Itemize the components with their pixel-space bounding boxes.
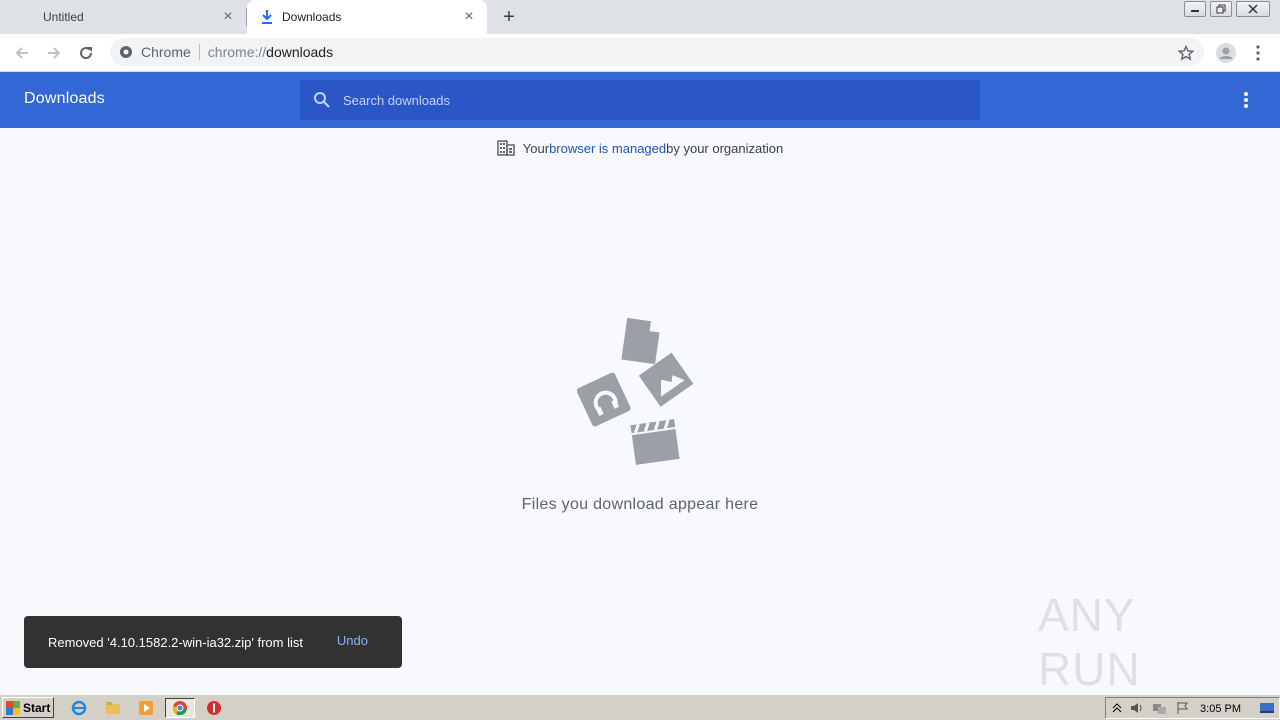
- stop-icon[interactable]: [204, 698, 224, 718]
- more-actions-button[interactable]: [1236, 92, 1256, 108]
- search-box[interactable]: [300, 80, 980, 120]
- anyrun-watermark: ANY RUN: [1038, 589, 1141, 695]
- forward-icon[interactable]: [43, 42, 65, 64]
- toast-message: Removed '4.10.1582.2-win-ia32.zip' from …: [48, 634, 303, 650]
- star-icon[interactable]: [1175, 42, 1197, 64]
- removed-toast: Removed '4.10.1582.2-win-ia32.zip' from …: [24, 616, 402, 668]
- search-input[interactable]: [343, 92, 943, 108]
- omnibox-divider: [198, 44, 200, 60]
- start-label: Start: [23, 700, 51, 715]
- page-title: Downloads: [24, 90, 105, 107]
- speaker-icon[interactable]: [1130, 701, 1144, 715]
- system-tray: 3:05 PM: [1105, 697, 1280, 719]
- undo-button[interactable]: Undo: [337, 633, 368, 648]
- close-icon[interactable]: ×: [220, 9, 236, 25]
- download-icon: [262, 10, 272, 24]
- close-icon[interactable]: ×: [461, 9, 477, 25]
- address-bar[interactable]: Chrome chrome:// downloads: [110, 38, 1204, 66]
- empty-state-text: Files you download appear here: [521, 496, 759, 513]
- managed-notice: Your browser is managed by your organiza…: [0, 140, 1280, 156]
- url-scheme: chrome://: [207, 44, 267, 60]
- search-icon: [314, 92, 330, 108]
- tab-untitled[interactable]: Untitled ×: [0, 0, 246, 34]
- minimize-button[interactable]: [1184, 1, 1206, 17]
- restore-button[interactable]: [1210, 1, 1232, 17]
- downloads-header: Downloads: [0, 72, 1280, 128]
- ie-icon[interactable]: [69, 698, 89, 718]
- explorer-icon[interactable]: [103, 698, 123, 718]
- tab-downloads[interactable]: Downloads ×: [247, 0, 487, 34]
- site-label: Chrome: [141, 44, 191, 60]
- taskbar: Start 3:05 PM: [0, 694, 1280, 720]
- show-desktop-icon[interactable]: [1259, 701, 1275, 715]
- managed-suffix: by your organization: [666, 140, 784, 156]
- chrome-icon: [120, 46, 132, 58]
- browser-toolbar: Chrome chrome:// downloads: [0, 34, 1280, 72]
- building-icon: [497, 140, 515, 156]
- start-button[interactable]: Start: [2, 697, 54, 718]
- tab-label: Downloads: [282, 10, 342, 24]
- profile-icon[interactable]: [1215, 42, 1237, 64]
- network-icon[interactable]: [1152, 701, 1168, 715]
- plus-icon[interactable]: +: [499, 7, 519, 27]
- tab-strip: Untitled × Downloads × +: [0, 0, 1280, 34]
- chrome-taskbar-icon[interactable]: [165, 698, 195, 718]
- windows-logo-icon: [6, 700, 20, 715]
- menu-icon[interactable]: [1247, 42, 1269, 64]
- managed-link[interactable]: browser is managed: [549, 141, 666, 156]
- flag-icon[interactable]: [1176, 701, 1190, 715]
- close-window-button[interactable]: [1236, 1, 1270, 17]
- reload-icon[interactable]: [75, 42, 97, 64]
- files-illustration: [577, 318, 694, 465]
- media-icon[interactable]: [136, 698, 156, 718]
- url-host: downloads: [266, 44, 334, 60]
- tray-expand-icon[interactable]: [1112, 702, 1122, 714]
- clock[interactable]: 3:05 PM: [1200, 703, 1241, 715]
- tab-label: Untitled: [43, 10, 84, 24]
- back-icon[interactable]: [11, 42, 33, 64]
- managed-prefix: Your: [522, 140, 550, 156]
